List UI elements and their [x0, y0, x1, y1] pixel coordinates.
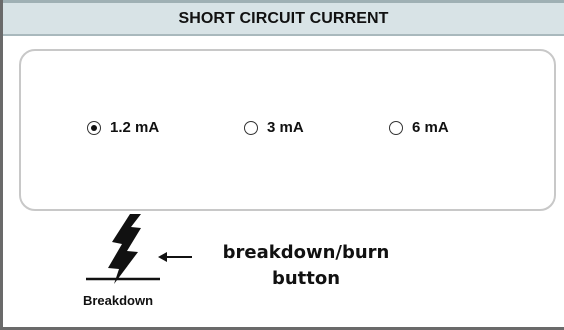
- annotation-text: breakdown/burn button: [196, 240, 416, 292]
- radio-button[interactable]: [389, 120, 403, 135]
- arrow-left-icon: [158, 252, 192, 262]
- current-options-panel: 1.2 mA 3 mA 6 mA: [19, 49, 556, 211]
- radio-button-selected[interactable]: [87, 120, 101, 135]
- radio-option-1-2ma[interactable]: 1.2 mA: [87, 119, 159, 136]
- section-header: SHORT CIRCUIT CURRENT: [3, 0, 564, 36]
- breakdown-label: Breakdown: [82, 293, 154, 308]
- radio-option-6ma[interactable]: 6 mA: [389, 119, 449, 136]
- radio-button[interactable]: [244, 120, 258, 135]
- radio-label: 3 mA: [267, 119, 304, 136]
- radio-option-3ma[interactable]: 3 mA: [244, 119, 304, 136]
- annotation-line-2: button: [271, 268, 341, 289]
- annotation-line-1: breakdown/burn: [222, 242, 390, 263]
- radio-label: 6 mA: [412, 119, 449, 136]
- radio-label: 1.2 mA: [110, 119, 160, 136]
- lightning-bolt-icon: [86, 214, 160, 284]
- section-title: SHORT CIRCUIT CURRENT: [178, 9, 389, 27]
